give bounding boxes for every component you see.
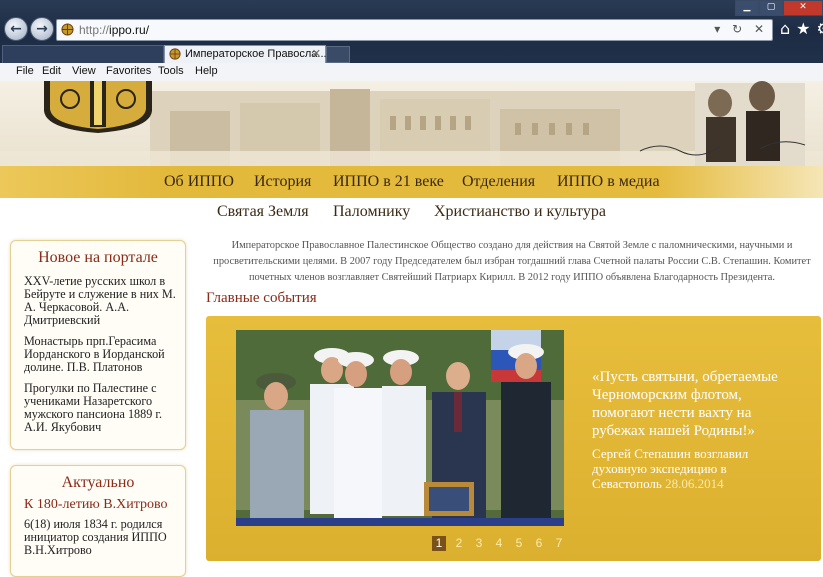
site-banner (0, 81, 823, 166)
actual-text: 6(18) июля 1834 г. родился инициатор соз… (24, 517, 167, 557)
news-panel: Новое на портале XXV-летие русских школ … (10, 240, 186, 450)
back-icon[interactable]: ← (4, 17, 28, 41)
news-item[interactable]: Монастырь прп.Герасима Иорданского в Иор… (24, 335, 176, 374)
favicon-icon (169, 48, 181, 60)
nav-history[interactable]: История (254, 173, 311, 191)
banner-graphic (0, 81, 823, 166)
main-nav: Об ИППО История ИППО в 21 веке Отделения… (0, 166, 823, 198)
pager-7[interactable]: 7 (552, 536, 566, 551)
nav-21-century[interactable]: ИППО в 21 веке (333, 173, 444, 191)
news-panel-title: Новое на портале (38, 249, 158, 266)
browser-chrome: ▁ ▢ ✕ ← → http://ippo.ru/ ▾ ↻ ✕ ⌂★⚙ Импе… (0, 0, 823, 82)
tab-close-icon[interactable]: ✕ (312, 47, 321, 60)
address-bar[interactable]: http://ippo.ru/ ▾ ↻ ✕ (56, 19, 773, 41)
intro-text: Императорское Православное Палестинское … (213, 240, 811, 283)
news-slider: «Пусть святыни, обретаемые Черноморским … (206, 316, 821, 561)
nav-holy-land[interactable]: Святая Земля (217, 203, 309, 221)
actual-panel: Актуально К 180-летию В.Хитрово 6(18) ию… (10, 465, 186, 577)
slide-caption[interactable]: Сергей Степашин возглавил духовную экспе… (592, 446, 792, 491)
pager-2[interactable]: 2 (452, 536, 466, 551)
news-item[interactable]: Прогулки по Палестине с учениками Назаре… (24, 382, 176, 434)
ippo-logo (44, 81, 152, 133)
tab-empty[interactable] (2, 45, 164, 64)
slider-pager: 1 2 3 4 5 6 7 (432, 536, 572, 552)
slide-photo[interactable] (236, 330, 564, 526)
menu-view[interactable]: View (72, 65, 96, 77)
pager-6[interactable]: 6 (532, 536, 546, 551)
nav-about[interactable]: Об ИППО (164, 173, 234, 191)
pager-5[interactable]: 5 (512, 536, 526, 551)
actual-headline[interactable]: К 180-летию В.Хитрово (24, 497, 176, 513)
address-row: ← → http://ippo.ru/ ▾ ↻ ✕ ⌂★⚙ (0, 14, 823, 44)
menu-bar: File Edit View Favorites Tools Help (0, 63, 823, 82)
favicon-icon (61, 23, 74, 36)
tab-title: Императорское Правосла... (185, 48, 327, 60)
menu-favorites[interactable]: Favorites (106, 65, 151, 77)
menu-tools[interactable]: Tools (158, 65, 184, 77)
new-tab-button[interactable] (326, 46, 350, 63)
nav-media[interactable]: ИППО в медиа (557, 173, 660, 191)
menu-file[interactable]: File (16, 65, 34, 77)
url-text: http://ippo.ru/ (79, 23, 150, 37)
slide-quote[interactable]: «Пусть святыни, обретаемые Черноморским … (592, 368, 792, 440)
refresh-icon[interactable]: ▾ ↻ ✕ (714, 22, 768, 36)
actual-panel-title: Актуально (61, 474, 135, 491)
nav-branches[interactable]: Отделения (462, 173, 535, 191)
pager-3[interactable]: 3 (472, 536, 486, 551)
nav-pilgrim[interactable]: Паломнику (333, 203, 410, 221)
pager-4[interactable]: 4 (492, 536, 506, 551)
pager-1[interactable]: 1 (432, 536, 446, 551)
tab-active[interactable]: Императорское Правосла... ✕ (164, 45, 327, 63)
nav-christianity-culture[interactable]: Христианство и культура (434, 203, 606, 221)
news-item[interactable]: XXV-летие русских школ в Бейруте и служе… (24, 275, 176, 327)
home-star-gear-icons[interactable]: ⌂★⚙ (780, 19, 823, 38)
section-title: Главные события (206, 290, 317, 306)
window-controls: ▁ ▢ ✕ (735, 0, 823, 16)
menu-edit[interactable]: Edit (42, 65, 61, 77)
slide-date: 28.06.2014 (665, 476, 724, 491)
slide-image (236, 330, 564, 526)
tab-bar: Императорское Правосла... ✕ (0, 45, 823, 64)
forward-icon[interactable]: → (30, 17, 54, 41)
menu-help[interactable]: Help (195, 65, 218, 77)
